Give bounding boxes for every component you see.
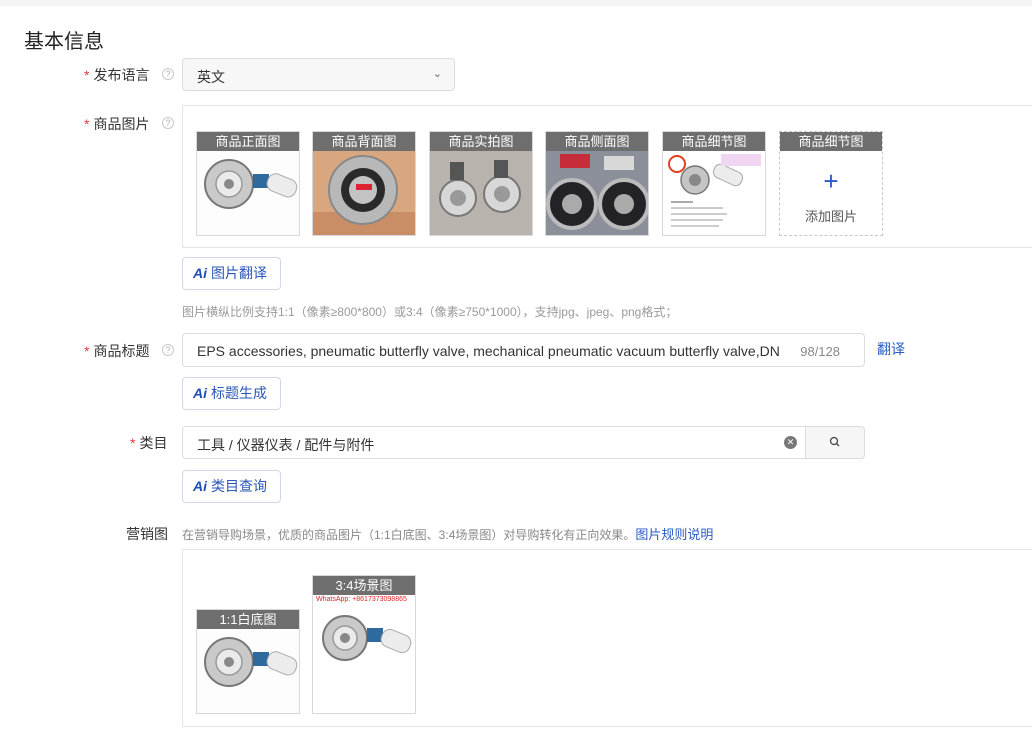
image-caption: 商品侧面图 <box>546 132 648 151</box>
product-image-detail[interactable]: 商品细节图 <box>662 131 766 236</box>
help-icon[interactable]: ? <box>162 117 174 129</box>
plus-icon: + <box>823 166 839 196</box>
image-caption: 商品背面图 <box>313 132 415 151</box>
image-caption: 商品细节图 <box>780 132 882 151</box>
category-value: 工具 / 仪器仪表 / 配件与附件 <box>197 437 375 453</box>
image-translate-button[interactable]: Ai 图片翻译 <box>182 257 281 290</box>
product-image-back[interactable]: 商品背面图 <box>312 131 416 236</box>
image-caption: 1:1白底图 <box>197 610 299 629</box>
clear-icon[interactable]: ✕ <box>784 436 797 449</box>
ai-icon: Ai <box>193 385 207 401</box>
marketing-images-panel: 1:1白底图 3:4场景图 WhatsApp: +8617373098865 <box>182 549 1032 727</box>
category-label: * 类目 <box>130 435 168 451</box>
product-title-label: * 商品标题 <box>84 343 150 359</box>
language-value: 英文 <box>197 69 225 85</box>
search-icon <box>829 436 840 447</box>
title-generate-button[interactable]: Ai 标题生成 <box>182 377 281 410</box>
watermark-text: WhatsApp: +8617373098865 <box>316 596 407 603</box>
category-query-button[interactable]: Ai 类目查询 <box>182 470 281 503</box>
section-title: 基本信息 <box>24 31 104 53</box>
product-image-front[interactable]: 商品正面图 <box>196 131 300 236</box>
product-title-input[interactable]: EPS accessories, pneumatic butterfly val… <box>182 333 865 367</box>
product-title-value: EPS accessories, pneumatic butterfly val… <box>197 343 780 359</box>
ai-icon: Ai <box>193 478 207 494</box>
top-bar <box>0 0 1032 6</box>
category-input[interactable]: 工具 / 仪器仪表 / 配件与附件 ✕ <box>182 426 806 459</box>
add-image-button[interactable]: 商品细节图 + 添加图片 <box>779 131 883 236</box>
marketing-image-white-bg[interactable]: 1:1白底图 <box>196 609 300 714</box>
char-count: 98/128 <box>800 344 840 359</box>
category-search-button[interactable] <box>805 426 865 459</box>
product-image-real[interactable]: 商品实拍图 <box>429 131 533 236</box>
marketing-desc: 在营销导购场景，优质的商品图片（1:1白底图、3:4场景图）对导购转化有正向效果… <box>182 527 714 542</box>
language-label: * 发布语言 <box>84 67 150 83</box>
image-hint: 图片横纵比例支持1:1（像素≥800*800）或3:4（像素≥750*1000）… <box>182 305 678 319</box>
chevron-down-icon: ⌄ <box>432 68 442 80</box>
help-icon[interactable]: ? <box>162 344 174 356</box>
product-image-side[interactable]: 商品侧面图 <box>545 131 649 236</box>
add-image-label: 添加图片 <box>804 209 857 224</box>
image-caption: 商品细节图 <box>663 132 765 151</box>
image-caption: 商品正面图 <box>197 132 299 151</box>
image-caption: 3:4场景图 <box>313 576 415 595</box>
product-images-label: * 商品图片 <box>84 116 150 132</box>
image-caption: 商品实拍图 <box>430 132 532 151</box>
image-rule-link[interactable]: 图片规则说明 <box>635 527 713 542</box>
product-images-panel: 商品正面图 商品背面图 商品实拍图 商品侧面图 商品细节图 商品细节图 + 添加… <box>182 105 1032 248</box>
language-select[interactable]: 英文 ⌄ <box>182 58 455 91</box>
help-icon[interactable]: ? <box>162 68 174 80</box>
marketing-label: 营销图 <box>126 526 168 542</box>
marketing-image-scene[interactable]: 3:4场景图 WhatsApp: +8617373098865 <box>312 575 416 714</box>
ai-icon: Ai <box>193 265 207 281</box>
translate-link[interactable]: 翻译 <box>877 339 905 359</box>
